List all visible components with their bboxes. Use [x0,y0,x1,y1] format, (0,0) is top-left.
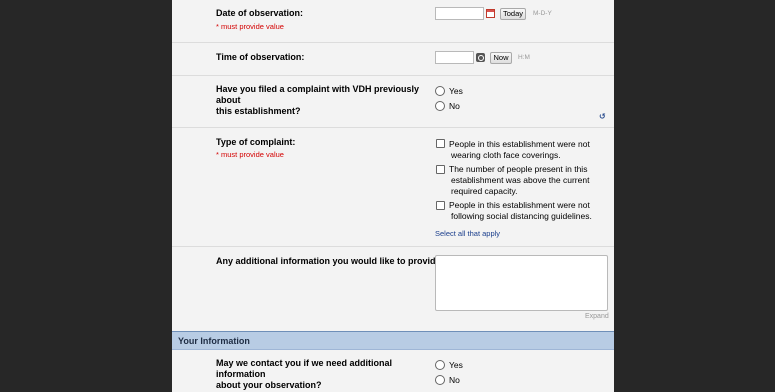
contact-question-line2: about your observation? [216,380,322,390]
contact-question: May we contact you if we need additional… [216,358,431,391]
face-coverings-line1: People in this establishment were not [449,139,590,149]
time-input[interactable] [435,51,474,64]
date-row: Date of observation: * must provide valu… [172,0,614,43]
capacity-line2: establishment was above the current [451,175,590,185]
date-required-note: * must provide value [216,22,284,31]
previous-complaint-yes-label[interactable]: Yes [449,86,463,97]
additional-info-question: Any additional information you would lik… [216,256,444,266]
social-distancing-checkbox[interactable] [436,201,445,210]
capacity-checkbox[interactable] [436,165,445,174]
now-button[interactable]: Now [490,52,512,64]
contact-row: May we contact you if we need additional… [172,350,614,392]
previous-complaint-yes-radio[interactable] [435,86,445,96]
today-button[interactable]: Today [500,8,526,20]
complaint-type-question: Type of complaint: [216,137,296,147]
section-title: Your Information [178,336,250,346]
contact-yes-radio[interactable] [435,360,445,370]
face-coverings-label[interactable]: People in this establishment were not we… [449,139,609,161]
contact-question-line1: May we contact you if we need additional… [216,358,393,379]
time-format-hint: H:M [518,54,530,61]
face-coverings-line2: wearing cloth face coverings. [451,150,561,160]
complaint-type-row: Type of complaint: * must provide value … [172,128,614,247]
time-question: Time of observation: [216,52,305,62]
clock-icon[interactable] [476,53,485,62]
social-distancing-line1: People in this establishment were not [449,200,590,210]
capacity-label[interactable]: The number of people present in this est… [449,164,609,197]
social-distancing-line2: following social distancing guidelines. [451,211,592,221]
select-all-link[interactable]: Select all that apply [435,229,500,238]
date-question: Date of observation: [216,8,304,18]
social-distancing-label[interactable]: People in this establishment were not fo… [449,200,609,222]
survey-form: Date of observation: * must provide valu… [172,0,614,392]
your-information-section-header: Your Information [172,331,614,350]
expand-link[interactable]: Expand [585,313,609,320]
complaint-type-required-note: * must provide value [216,150,284,159]
contact-yes-label[interactable]: Yes [449,360,463,371]
previous-complaint-question-line1: Have you filed a complaint with VDH prev… [216,84,420,105]
face-coverings-checkbox[interactable] [436,139,445,148]
capacity-line1: The number of people present in this [449,164,588,174]
previous-complaint-question-line2: this establishment? [216,106,301,116]
date-input[interactable] [435,7,484,20]
previous-complaint-no-label[interactable]: No [449,101,460,112]
previous-complaint-row: Have you filed a complaint with VDH prev… [172,76,614,128]
time-row: Time of observation: Now H:M [172,43,614,76]
calendar-icon[interactable] [486,9,495,18]
contact-no-radio[interactable] [435,375,445,385]
reset-icon[interactable]: ↺ [599,112,606,121]
additional-info-row: Any additional information you would lik… [172,247,614,331]
capacity-line3: required capacity. [451,186,518,196]
previous-complaint-question: Have you filed a complaint with VDH prev… [216,84,431,117]
date-format-hint: M-D-Y [533,10,552,17]
additional-info-textarea[interactable] [435,255,608,311]
contact-no-label[interactable]: No [449,375,460,386]
previous-complaint-no-radio[interactable] [435,101,445,111]
